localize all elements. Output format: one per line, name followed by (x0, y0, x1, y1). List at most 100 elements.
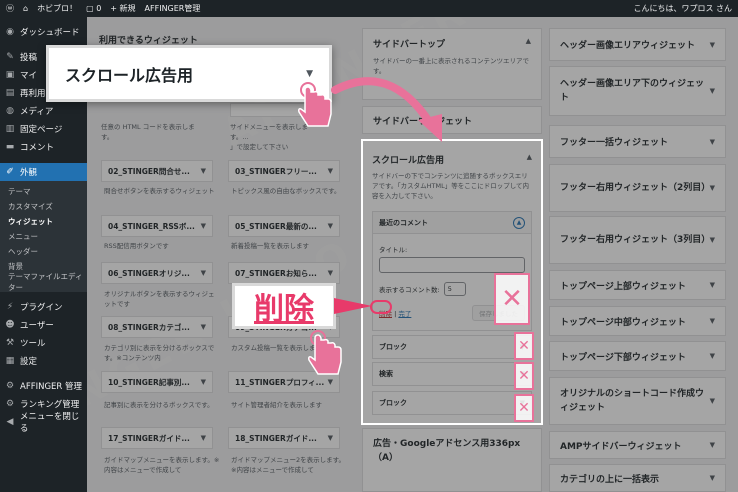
widget-area[interactable]: ヘッダー画像エリアウィジェット ▼ (549, 28, 726, 61)
menu-label: プラグイン (20, 303, 63, 313)
menu-pages[interactable]: ▥ 固定ページ (0, 120, 87, 138)
wordpress-logo-icon[interactable]: ⓦ (6, 3, 14, 14)
menu-label: メニューを閉じる (19, 412, 80, 434)
chevron-down-icon: ▼ (200, 434, 206, 442)
widget-area[interactable]: フッター右用ウィジェット（3列目） ▼ (549, 216, 726, 264)
delete-link-highlight (370, 300, 392, 314)
widget-area[interactable]: カテゴリの上に一括表示 ▼ (549, 464, 726, 492)
widget-area[interactable]: オリジナルのショートコード作成ウィジェット ▼ (549, 377, 726, 425)
submenu-widgets[interactable]: ウィジェット (0, 214, 87, 229)
submenu-header[interactable]: ヘッダー (0, 244, 87, 259)
comments-link[interactable]: ▢ 0 (86, 4, 101, 13)
submenu-customize[interactable]: カスタマイズ (0, 199, 87, 214)
submenu-theme[interactable]: テーマ (0, 184, 87, 199)
scroll-ad-header[interactable]: スクロール広告用 ▲ (372, 153, 532, 166)
menu-dashboard[interactable]: ◉ ダッシュボード (0, 23, 87, 41)
hand-cursor-icon (308, 330, 342, 375)
block-widget[interactable]: ブロック▼ (372, 391, 532, 415)
search-widget[interactable]: 検索▼ (372, 362, 532, 386)
area-title: フッター一括ウィジェット (560, 138, 669, 148)
area-title: ヘッダー画像エリア下のウィジェット (560, 79, 705, 103)
menu-label: ランキング管理 (20, 400, 80, 410)
chevron-down-icon: ▼ (709, 137, 715, 146)
area-title: フッター右用ウィジェット（2列目） (560, 183, 711, 193)
ad-area[interactable]: 広告・Googleアドセンス用336px（A） (362, 428, 542, 492)
widget-desc: オリジナルボタンを表示するウィジェットです (104, 290, 215, 308)
menu-label: ユーザー (20, 321, 54, 331)
menu-settings[interactable]: ▦ 設定 (0, 352, 87, 370)
trash-icon: ✕ (514, 394, 534, 422)
user-greeting[interactable]: こんにちは、ワプロス さん (633, 3, 732, 14)
trash-icon: ✕ (514, 332, 534, 360)
available-widget[interactable]: 05_STINGER最新の... ▼ (228, 215, 340, 237)
available-widget[interactable]: 17_STINGERガイド... ▼ (101, 427, 213, 449)
menu-appearance[interactable]: ✐ 外観 (0, 163, 87, 181)
count-input[interactable]: 5 (443, 282, 466, 296)
link-separator: | (394, 310, 397, 318)
menu-users[interactable]: ☻ ユーザー (0, 316, 87, 334)
chevron-down-icon: ▼ (327, 222, 333, 230)
widget-desc: ガイドマップメニューを表示します。※内容はメニューで作成して (104, 456, 220, 474)
done-link[interactable]: 完了 (398, 310, 411, 318)
chevron-down-icon: ▼ (709, 352, 715, 360)
chevron-down-icon: ▼ (709, 281, 715, 289)
menu-label: 設定 (20, 357, 38, 367)
area-title: 広告・Googleアドセンス用336px（A） (373, 439, 521, 463)
available-widget[interactable]: 03_STINGERフリー... ▼ (228, 160, 340, 182)
widget-desc: ガイドマップメニュー2を表示します。※内容はメニューで作成して (231, 456, 345, 474)
area-title: トップページ中部ウィジェット (560, 317, 686, 328)
widget-area[interactable]: トップページ下部ウィジェット ▼ (549, 341, 726, 371)
menu-media[interactable]: ◍ メディア (0, 102, 87, 120)
available-widget[interactable]: 10_STINGER記事別... ▼ (101, 371, 213, 393)
area-title: ヘッダー画像エリアウィジェット (560, 41, 696, 51)
area-title: AMPサイドバーウィジェット (560, 441, 682, 452)
menu-tools[interactable]: ⚒ ツール (0, 334, 87, 352)
widget-area[interactable]: フッター右用ウィジェット（2列目） ▼ (549, 164, 726, 212)
collapse-icon[interactable]: ▲ (526, 37, 531, 50)
chevron-down-icon: ▼ (709, 40, 715, 49)
menu-collapse[interactable]: ◀ メニューを閉じる (0, 412, 87, 434)
submenu-menus[interactable]: メニュー (0, 229, 87, 244)
collapse-circle-icon[interactable]: ▲ (513, 216, 525, 229)
area-title: カテゴリの上に一括表示 (560, 474, 660, 485)
new-link[interactable]: + 新規 (110, 3, 135, 14)
menu-label: マイ (20, 71, 38, 81)
widget-area[interactable]: AMPサイドバーウィジェット ▼ (549, 431, 726, 459)
brush-icon: ✐ (6, 167, 14, 177)
collapse-icon: ◀ (6, 417, 14, 427)
site-name-link[interactable]: ホビブロ！ (37, 3, 77, 14)
available-widget[interactable]: 18_STINGERガイド... ▼ (228, 427, 340, 449)
menu-comments[interactable]: ▬ コメント (0, 138, 87, 156)
chevron-down-icon: ▼ (709, 441, 715, 449)
area-title: スクロール広告用 (372, 156, 445, 166)
widget-desc: 新着投稿一覧を表示します (231, 242, 309, 250)
menu-plugins[interactable]: ⚡ プラグイン (0, 298, 87, 316)
widget-area[interactable]: ヘッダー画像エリア下のウィジェット ▼ (549, 66, 726, 116)
chevron-down-icon: ▼ (327, 167, 333, 175)
available-widget[interactable]: 02_STINGER問合せ... ▼ (101, 160, 213, 182)
block-widget[interactable]: ブロック▼ (372, 335, 532, 359)
settings-icon: ▦ (5, 356, 15, 366)
affinger-link[interactable]: AFFINGER管理 (145, 3, 201, 14)
title-input[interactable] (379, 257, 525, 273)
available-widget[interactable]: 07_STINGERお知ら... ▼ (228, 262, 340, 284)
widget-area[interactable]: トップページ中部ウィジェット ▼ (549, 306, 726, 336)
widget-title: ブロック (379, 399, 407, 407)
submenu-theme-editor[interactable]: テーマファイルエディター (0, 272, 87, 292)
available-widget[interactable]: 08_STINGERカテゴ... ▼ (101, 316, 213, 338)
plug-icon: ⚡ (6, 302, 14, 312)
widget-title: 検索 (379, 370, 393, 378)
chevron-down-icon: ▼ (709, 87, 715, 95)
collapse-icon[interactable]: ▲ (527, 153, 532, 166)
available-widget[interactable]: 06_STINGERオリジ... ▼ (101, 262, 213, 284)
chevron-down-icon: ▼ (200, 323, 206, 331)
menu-affinger[interactable]: ⚙ AFFINGER 管理 (0, 377, 87, 395)
chevron-down-icon: ▼ (709, 397, 715, 405)
widget-area[interactable]: フッター一括ウィジェット ▼ (549, 125, 726, 158)
area-title: トップページ上部ウィジェット (560, 281, 686, 292)
recent-comments-header[interactable]: 最近のコメント ▲ (373, 212, 531, 234)
wrench-icon: ⚒ (5, 338, 15, 348)
widget-desc: 任意の HTML コードを表示しま す。 (101, 123, 195, 141)
available-widget[interactable]: 04_STINGER_RSSボ... ▼ (101, 215, 213, 237)
widget-area[interactable]: トップページ上部ウィジェット ▼ (549, 270, 726, 300)
